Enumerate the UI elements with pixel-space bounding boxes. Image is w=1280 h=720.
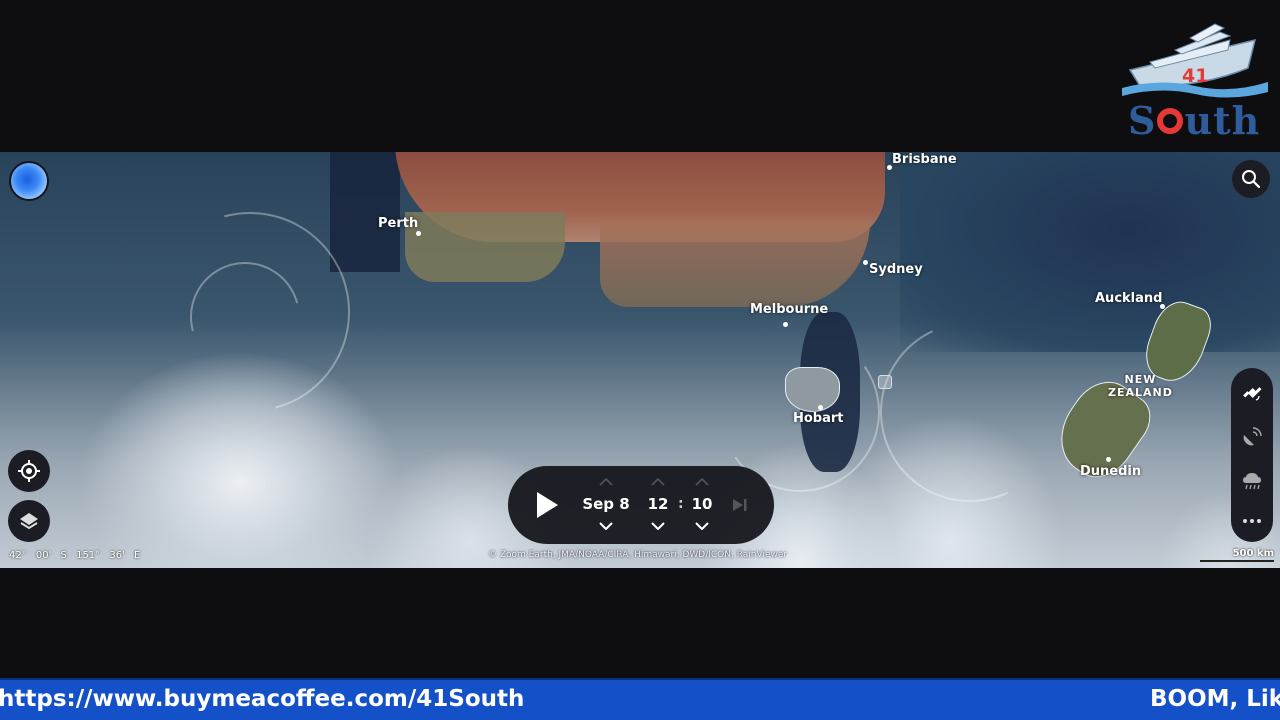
logo-letter-s: S <box>1128 98 1157 143</box>
lifebuoy-icon <box>1157 107 1184 134</box>
precipitation-layer-button[interactable] <box>1231 462 1273 500</box>
time-control: Sep 8 12 : 10 <box>508 466 774 544</box>
logo-number: 41 <box>1182 65 1209 87</box>
radar-icon <box>1243 427 1262 446</box>
date-up-button[interactable] <box>594 474 618 490</box>
play-icon <box>537 492 558 518</box>
skip-to-now-button[interactable] <box>730 495 750 515</box>
city-label-dunedin[interactable]: Dunedin <box>1080 464 1141 479</box>
satellite-map[interactable]: Brisbane Perth Sydney Melbourne Hobart A… <box>0 152 1280 568</box>
hour-value[interactable]: 12 <box>644 495 672 513</box>
layer-panel <box>1231 368 1273 542</box>
chevron-down-icon <box>651 522 665 530</box>
city-dot <box>818 405 823 410</box>
ticker-message: BOOM, Lik <box>1150 686 1280 712</box>
city-label-perth[interactable]: Perth <box>378 216 418 231</box>
country-label-line1: NEW <box>1124 373 1157 386</box>
city-label-auckland[interactable]: Auckland <box>1095 291 1162 306</box>
more-layers-button[interactable] <box>1231 502 1273 540</box>
hour-field: 12 <box>644 466 672 544</box>
locate-button[interactable] <box>8 450 50 492</box>
search-icon <box>1242 170 1261 189</box>
hour-up-button[interactable] <box>646 474 670 490</box>
layers-button[interactable] <box>8 500 50 542</box>
chevron-up-icon <box>695 478 709 486</box>
city-dot <box>863 260 868 265</box>
city-dot <box>416 231 421 236</box>
zoom-earth-logo-button[interactable] <box>9 161 49 201</box>
hour-down-button[interactable] <box>646 518 670 534</box>
chevron-down-icon <box>695 522 709 530</box>
chevron-down-icon <box>599 522 613 530</box>
play-button[interactable] <box>530 488 564 522</box>
channel-logo: 41 Suth <box>1120 10 1270 143</box>
ocean-region <box>330 152 400 272</box>
city-label-hobart[interactable]: Hobart <box>793 411 844 426</box>
date-down-button[interactable] <box>594 518 618 534</box>
skip-forward-icon <box>733 499 747 511</box>
satellite-layer-button[interactable] <box>1231 374 1273 412</box>
crosshair-locate-icon <box>18 460 40 482</box>
city-label-brisbane[interactable]: Brisbane <box>892 152 957 167</box>
country-label-new-zealand: NEW ZEALAND <box>1108 373 1173 399</box>
country-label-line2: ZEALAND <box>1108 386 1173 399</box>
more-icon <box>1243 519 1261 523</box>
chevron-up-icon <box>599 478 613 486</box>
city-dot <box>1106 457 1111 462</box>
logo-wordmark: Suth <box>1128 98 1260 143</box>
australia-southwest <box>405 212 565 282</box>
australia-southeast <box>600 222 870 307</box>
ticker-donation-link[interactable]: https://www.buymeacoffee.com/41South <box>0 686 524 712</box>
minute-up-button[interactable] <box>690 474 714 490</box>
logo-letters-uth: uth <box>1184 98 1261 143</box>
city-dot <box>783 322 788 327</box>
time-separator: : <box>678 496 684 512</box>
chevron-up-icon <box>651 478 665 486</box>
minute-field: 10 <box>688 466 716 544</box>
map-attribution[interactable]: © Zoom Earth, JMA/NOAA/CIRA, Himawari, D… <box>488 550 787 560</box>
city-label-melbourne[interactable]: Melbourne <box>750 302 828 317</box>
video-frame: 41 Suth Brisbane Perth Sydney Melbourne … <box>0 0 1280 720</box>
date-field: Sep 8 <box>582 466 630 544</box>
map-cursor-marker-icon <box>878 375 892 389</box>
news-ticker: https://www.buymeacoffee.com/41South BOO… <box>0 678 1280 720</box>
cursor-coordinates: 42° 00' S 151° 36' E <box>9 550 141 561</box>
radar-layer-button[interactable] <box>1231 418 1273 456</box>
minute-down-button[interactable] <box>690 518 714 534</box>
layers-icon <box>20 513 38 530</box>
rain-icon <box>1243 473 1261 490</box>
search-button[interactable] <box>1232 160 1270 198</box>
satellite-icon <box>1243 387 1262 401</box>
city-label-sydney[interactable]: Sydney <box>869 262 923 277</box>
minute-value[interactable]: 10 <box>688 495 716 513</box>
scale-bar: 500 km <box>1200 548 1274 562</box>
date-value[interactable]: Sep 8 <box>582 495 630 513</box>
